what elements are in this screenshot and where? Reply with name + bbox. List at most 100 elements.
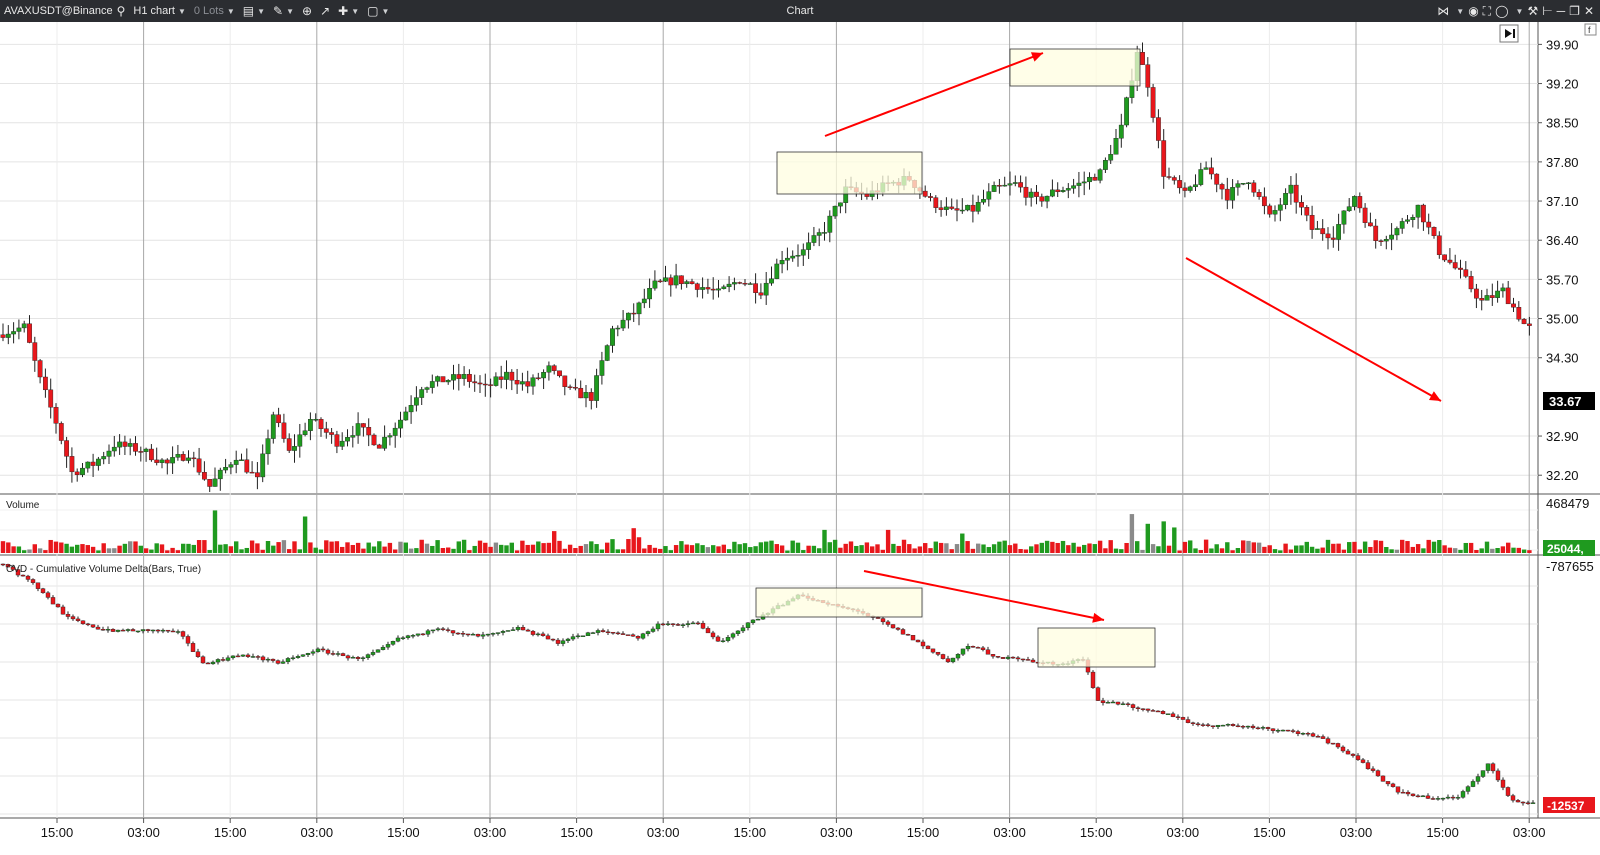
- search-icon[interactable]: ⚲: [117, 4, 126, 18]
- volume-bar: [117, 545, 122, 553]
- layout-icon: ▢: [367, 4, 379, 18]
- symbol-selector[interactable]: AVAXUSDT@Binance ⚲: [0, 0, 129, 22]
- cvd-candle: [1435, 798, 1441, 800]
- cvd-candle: [1505, 787, 1511, 796]
- price-candle: [477, 382, 483, 385]
- draw-button[interactable]: ✎ ▼: [269, 0, 298, 22]
- cvd-candle: [1300, 733, 1306, 735]
- highlight-box[interactable]: [1037, 627, 1156, 668]
- layout-button[interactable]: ▢ ▼: [363, 0, 393, 22]
- cvd-candle: [295, 656, 301, 658]
- price-candle: [138, 451, 144, 453]
- price-candle: [1145, 64, 1151, 88]
- price-candle: [1193, 184, 1198, 188]
- template-button[interactable]: ▤ ▼: [239, 0, 269, 22]
- restore-icon[interactable]: ❐: [1569, 4, 1580, 18]
- volume-bar: [75, 544, 80, 553]
- zoom-button[interactable]: ⊕: [298, 0, 316, 22]
- chart-area[interactable]: 39.90 39.20 38.50 37.80 37.10 36.40 35.70 35.00…: [0, 22, 1600, 855]
- cvd-candle: [0, 563, 6, 566]
- cvd-candle: [710, 632, 716, 638]
- cvd-candle: [95, 626, 101, 630]
- price-candle: [1320, 228, 1326, 235]
- cvd-candle: [1365, 762, 1371, 770]
- pin-icon[interactable]: ⊢: [1542, 4, 1552, 18]
- settings-icon[interactable]: ⚒: [1527, 4, 1538, 18]
- fullscreen-icon[interactable]: ⛶: [1483, 4, 1491, 19]
- volume-bar: [112, 548, 117, 553]
- time-tick-label: 15:00: [907, 825, 940, 840]
- cvd-candle: [400, 637, 406, 639]
- highlight-box[interactable]: [1009, 48, 1141, 87]
- volume-bar: [615, 549, 620, 553]
- time-tick-label: 03:00: [1340, 825, 1373, 840]
- cvd-candle: [545, 635, 551, 640]
- timeframe-selector[interactable]: H1 chart ▼: [129, 0, 190, 22]
- price-candle: [1214, 173, 1220, 185]
- circle-icon[interactable]: ◯: [1495, 4, 1508, 18]
- lots-selector[interactable]: 0 Lots ▼: [190, 0, 239, 22]
- last-price-value: 33.67: [1549, 394, 1582, 409]
- price-candle: [1044, 195, 1050, 202]
- cvd-candle: [605, 631, 611, 634]
- volume-bar: [870, 546, 875, 553]
- cvd-candle: [275, 660, 281, 664]
- volume-panel-label: Volume: [6, 500, 40, 511]
- price-candle: [997, 185, 1002, 187]
- volume-bar: [663, 546, 668, 553]
- volume-bar: [1511, 547, 1516, 553]
- indicator-button[interactable]: ↗: [316, 0, 334, 22]
- price-candle: [429, 381, 435, 388]
- price-candle: [541, 372, 547, 379]
- price-candle: [1468, 276, 1474, 290]
- cvd-candle: [730, 633, 736, 638]
- cvd-candle: [1155, 710, 1161, 713]
- price-candle: [37, 360, 43, 378]
- price-candle: [800, 249, 806, 256]
- price-candle: [991, 185, 997, 192]
- cvd-candle: [1430, 798, 1436, 800]
- cvd-candle: [455, 632, 461, 635]
- camera-icon[interactable]: ◉: [1468, 4, 1478, 18]
- price-candle: [461, 374, 467, 379]
- cvd-candle: [1330, 742, 1336, 745]
- highlight-box[interactable]: [755, 587, 923, 618]
- price-candle: [196, 458, 202, 473]
- price-candle: [1288, 184, 1294, 194]
- price-candle: [201, 472, 207, 480]
- cvd-candle: [615, 632, 621, 635]
- price-candle: [1108, 154, 1114, 161]
- cvd-candle: [1250, 725, 1256, 729]
- price-candle: [721, 286, 727, 289]
- price-candle: [769, 278, 774, 284]
- jump-to-end-button[interactable]: [1499, 24, 1519, 43]
- volume-bar: [499, 544, 504, 553]
- volume-bar: [446, 547, 451, 553]
- cvd-candle: [210, 661, 216, 665]
- highlight-box[interactable]: [776, 151, 923, 195]
- price-candle: [832, 205, 838, 217]
- price-candle: [143, 448, 149, 452]
- volume-bar: [1405, 541, 1410, 553]
- price-candle: [1516, 307, 1522, 320]
- crosshair-button[interactable]: ✚ ▼: [334, 0, 363, 22]
- price-candle: [1362, 207, 1368, 223]
- link-icon[interactable]: ⋈: [1437, 4, 1449, 18]
- price-candle: [1034, 191, 1039, 197]
- cvd-candle: [1400, 791, 1406, 794]
- cvd-candle: [1030, 659, 1036, 663]
- price-candle: [11, 331, 16, 335]
- price-candle: [652, 280, 658, 289]
- close-icon[interactable]: ✕: [1584, 4, 1594, 18]
- volume-bar: [652, 547, 658, 553]
- volume-bar: [1442, 545, 1447, 553]
- time-tick-label: 15:00: [387, 825, 420, 840]
- cvd-candle: [750, 619, 756, 623]
- cvd-candle: [25, 575, 31, 580]
- cvd-candle: [1395, 786, 1401, 793]
- price-candle: [774, 263, 780, 279]
- volume-bar: [1309, 546, 1315, 553]
- minimize-icon[interactable]: ─: [1557, 4, 1566, 18]
- time-tick-label: 03:00: [1167, 825, 1200, 840]
- panel-fit-button[interactable]: f: [1584, 23, 1597, 36]
